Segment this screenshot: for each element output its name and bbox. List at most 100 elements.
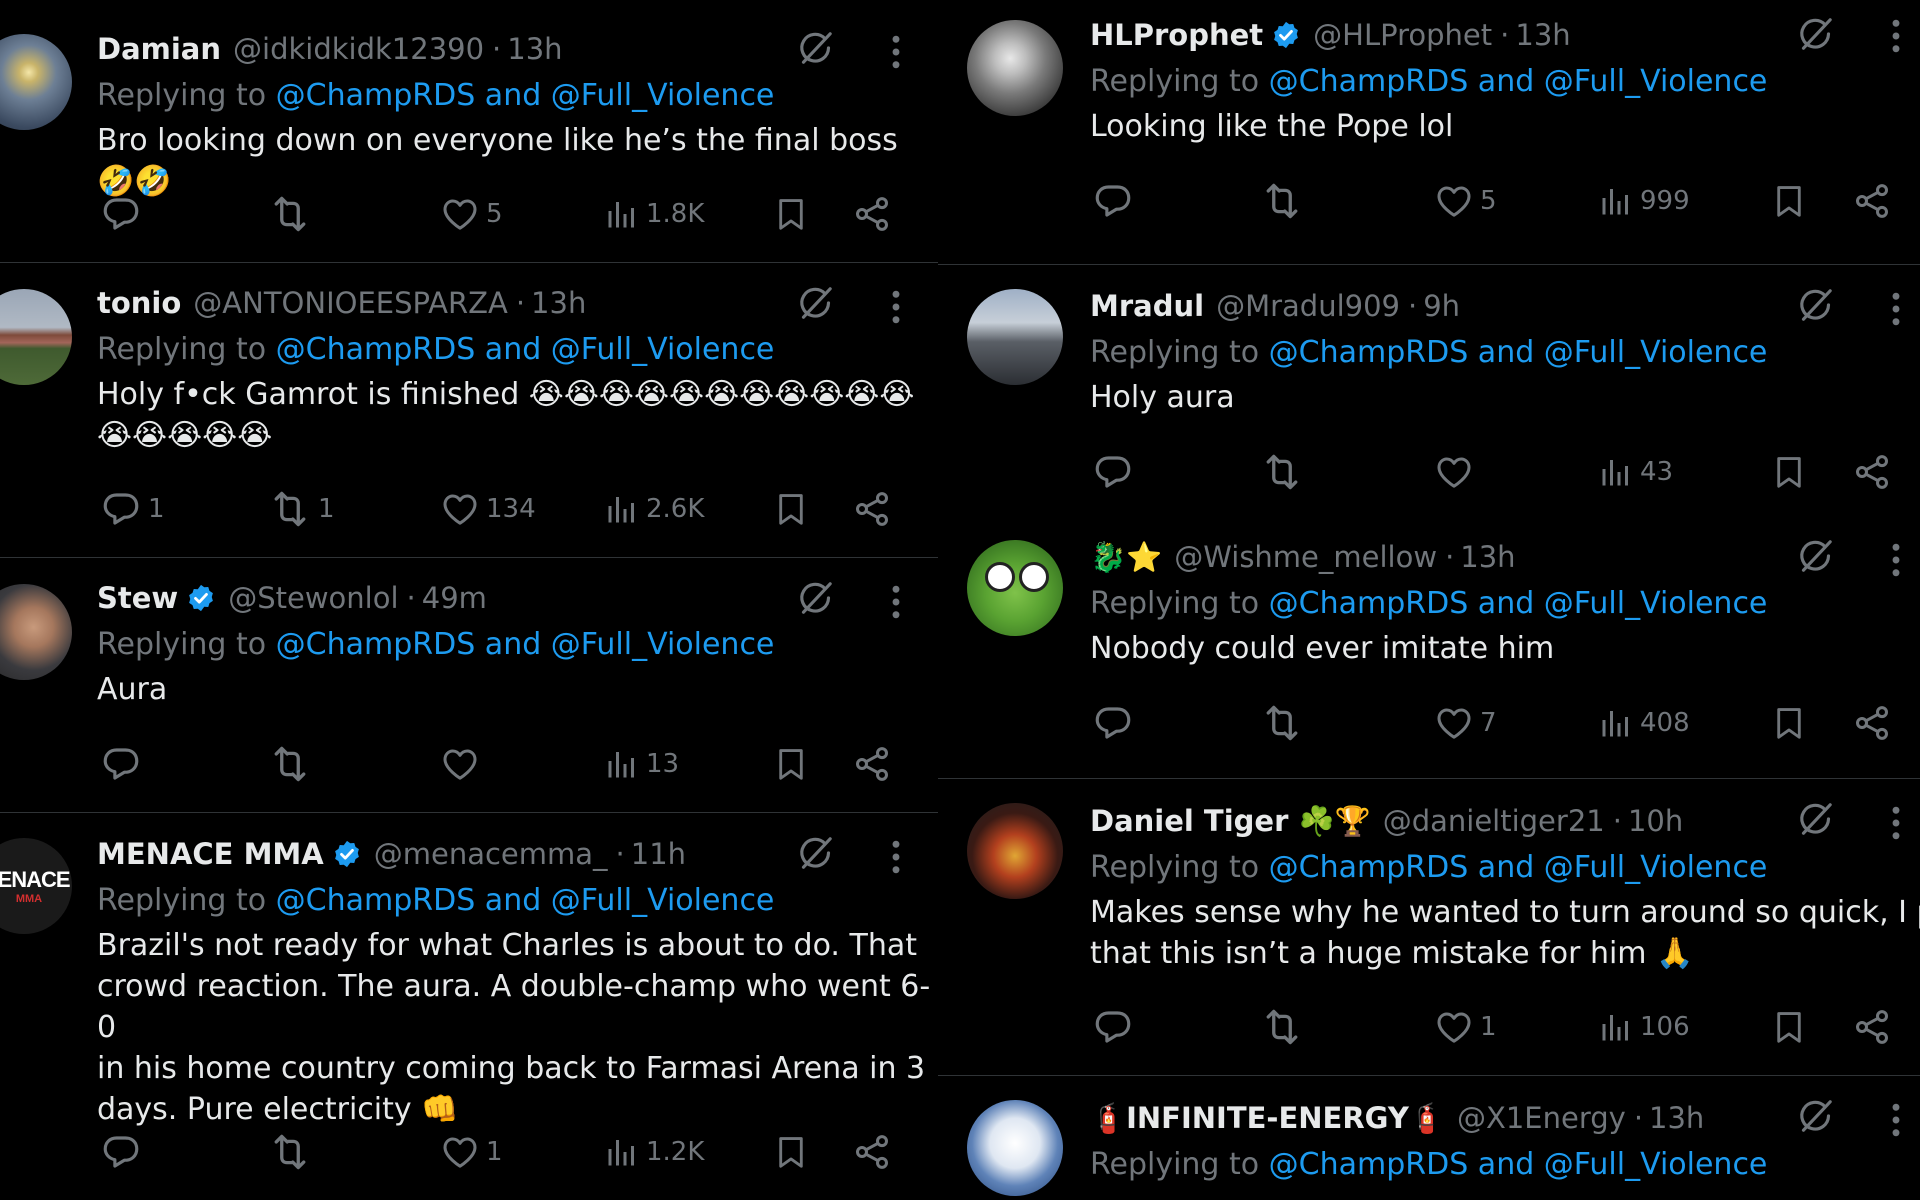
replying-to-links[interactable]: @ChampRDS and @Full_Violence [276, 627, 775, 662]
grok-icon[interactable] [1796, 14, 1836, 54]
timestamp[interactable]: 9h [1423, 289, 1460, 323]
bookmark-button[interactable] [1770, 1003, 1808, 1051]
verified-badge-icon[interactable] [1271, 20, 1301, 50]
reply-button[interactable] [1092, 177, 1140, 225]
user-handle[interactable]: @Mradul909 [1216, 289, 1400, 323]
avatar[interactable] [0, 584, 72, 680]
replying-to-links[interactable]: @ChampRDS and @Full_Violence [1269, 335, 1768, 370]
tweet-daniel-tiger[interactable]: Daniel Tiger ☘️🏆 @danieltiger21 · 10h Re… [938, 779, 1920, 1076]
bookmark-button[interactable] [772, 740, 810, 788]
bookmark-button[interactable] [772, 485, 810, 533]
share-button[interactable] [1852, 1003, 1892, 1051]
more-options-icon[interactable] [1891, 18, 1901, 54]
like-button[interactable]: 5 [440, 190, 503, 238]
display-name[interactable]: 🐉⭐ [1090, 540, 1162, 575]
avatar[interactable] [967, 803, 1063, 899]
share-button[interactable] [1852, 699, 1892, 747]
views-button[interactable]: 1.8K [604, 190, 704, 238]
share-button[interactable] [852, 485, 892, 533]
reply-button[interactable] [1092, 448, 1140, 496]
bookmark-button[interactable] [1770, 177, 1808, 225]
more-options-icon[interactable] [891, 34, 901, 70]
display-name[interactable]: Damian [97, 32, 221, 66]
timestamp[interactable]: 13h [1649, 1101, 1704, 1135]
user-handle[interactable]: @Wishme_mellow [1174, 540, 1437, 574]
reply-button[interactable] [100, 190, 148, 238]
reply-button[interactable] [1092, 699, 1140, 747]
timestamp[interactable]: 13h [1460, 540, 1515, 574]
timestamp[interactable]: 13h [1515, 18, 1570, 52]
more-options-icon[interactable] [891, 839, 901, 875]
timestamp[interactable]: 11h [631, 837, 686, 871]
avatar[interactable] [967, 289, 1063, 385]
verified-badge-icon[interactable] [332, 839, 362, 869]
tweet-damian[interactable]: Damian @idkidkidk12390 · 13h Replying to… [0, 0, 938, 263]
tweet-tonio[interactable]: tonio @ANTONIOEESPARZA · 13h Replying to… [0, 263, 938, 558]
tweet-mradul[interactable]: Mradul @Mradul909 · 9h Replying to @Cham… [938, 265, 1920, 527]
display-name[interactable]: 🧯INFINITE-ENERGY🧯 [1090, 1101, 1445, 1136]
repost-button[interactable]: 1 [268, 485, 335, 533]
more-options-icon[interactable] [891, 584, 901, 620]
display-name[interactable]: Daniel Tiger ☘️🏆 [1090, 804, 1371, 839]
grok-icon[interactable] [1796, 799, 1836, 839]
tweet-hlprophet[interactable]: HLProphet @HLProphet · 13h Replying to @… [938, 0, 1920, 265]
repost-button[interactable] [268, 190, 318, 238]
replying-to-links[interactable]: @ChampRDS and @Full_Violence [1269, 850, 1768, 885]
repost-button[interactable] [1260, 1003, 1310, 1051]
like-button[interactable]: 1 [1434, 1003, 1497, 1051]
more-options-icon[interactable] [1891, 1102, 1901, 1138]
avatar[interactable] [0, 289, 72, 385]
repost-button[interactable] [1260, 177, 1310, 225]
grok-icon[interactable] [1796, 285, 1836, 325]
reply-button[interactable] [1092, 1003, 1140, 1051]
views-button[interactable]: 1.2K [604, 1128, 704, 1176]
user-handle[interactable]: @danieltiger21 [1383, 804, 1605, 838]
like-button[interactable]: 7 [1434, 699, 1497, 747]
user-handle[interactable]: @idkidkidk12390 [233, 32, 484, 66]
share-button[interactable] [852, 740, 892, 788]
like-button[interactable] [1434, 448, 1480, 496]
more-options-icon[interactable] [1891, 805, 1901, 841]
user-handle[interactable]: @X1Energy [1457, 1101, 1626, 1135]
share-button[interactable] [1852, 448, 1892, 496]
bookmark-button[interactable] [772, 1128, 810, 1176]
bookmark-button[interactable] [772, 190, 810, 238]
avatar[interactable] [967, 540, 1063, 636]
user-handle[interactable]: @Stewonlol [228, 581, 398, 615]
more-options-icon[interactable] [1891, 542, 1901, 578]
reply-button[interactable] [100, 1128, 148, 1176]
user-handle[interactable]: @HLProphet [1313, 18, 1492, 52]
views-button[interactable]: 999 [1598, 177, 1690, 225]
like-button[interactable] [440, 740, 486, 788]
tweet-infinite-energy[interactable]: 🧯INFINITE-ENERGY🧯 @X1Energy · 13h Replyi… [938, 1076, 1920, 1200]
display-name[interactable]: MENACE MMA [97, 837, 324, 871]
timestamp[interactable]: 10h [1628, 804, 1683, 838]
replying-to-links[interactable]: @ChampRDS and @Full_Violence [276, 332, 775, 367]
avatar[interactable] [967, 1100, 1063, 1196]
timestamp[interactable]: 13h [531, 286, 586, 320]
views-button[interactable]: 2.6K [604, 485, 704, 533]
replying-to-links[interactable]: @ChampRDS and @Full_Violence [1269, 64, 1768, 99]
display-name[interactable]: HLProphet [1090, 18, 1263, 52]
like-button[interactable]: 5 [1434, 177, 1497, 225]
tweet-stew[interactable]: Stew @Stewonlol · 49m Replying to @Champ… [0, 558, 938, 813]
repost-button[interactable] [268, 740, 318, 788]
user-handle[interactable]: @menacemma_ [374, 837, 608, 871]
grok-icon[interactable] [1796, 1096, 1836, 1136]
timestamp[interactable]: 13h [507, 32, 562, 66]
repost-button[interactable] [268, 1128, 318, 1176]
repost-button[interactable] [1260, 448, 1310, 496]
like-button[interactable]: 1 [440, 1128, 503, 1176]
timestamp[interactable]: 49m [422, 581, 487, 615]
display-name[interactable]: Stew [97, 581, 178, 615]
avatar[interactable]: IENACE MMA [0, 838, 72, 934]
more-options-icon[interactable] [1891, 291, 1901, 327]
like-button[interactable]: 134 [440, 485, 536, 533]
share-button[interactable] [852, 190, 892, 238]
reply-button[interactable]: 1 [100, 485, 165, 533]
views-button[interactable]: 408 [1598, 699, 1690, 747]
share-button[interactable] [1852, 177, 1892, 225]
grok-icon[interactable] [796, 28, 836, 68]
replying-to-links[interactable]: @ChampRDS and @Full_Violence [1269, 1147, 1768, 1182]
tweet-menace-mma[interactable]: IENACE MMA MENACE MMA @menacemma_ · 11h … [0, 813, 938, 1200]
